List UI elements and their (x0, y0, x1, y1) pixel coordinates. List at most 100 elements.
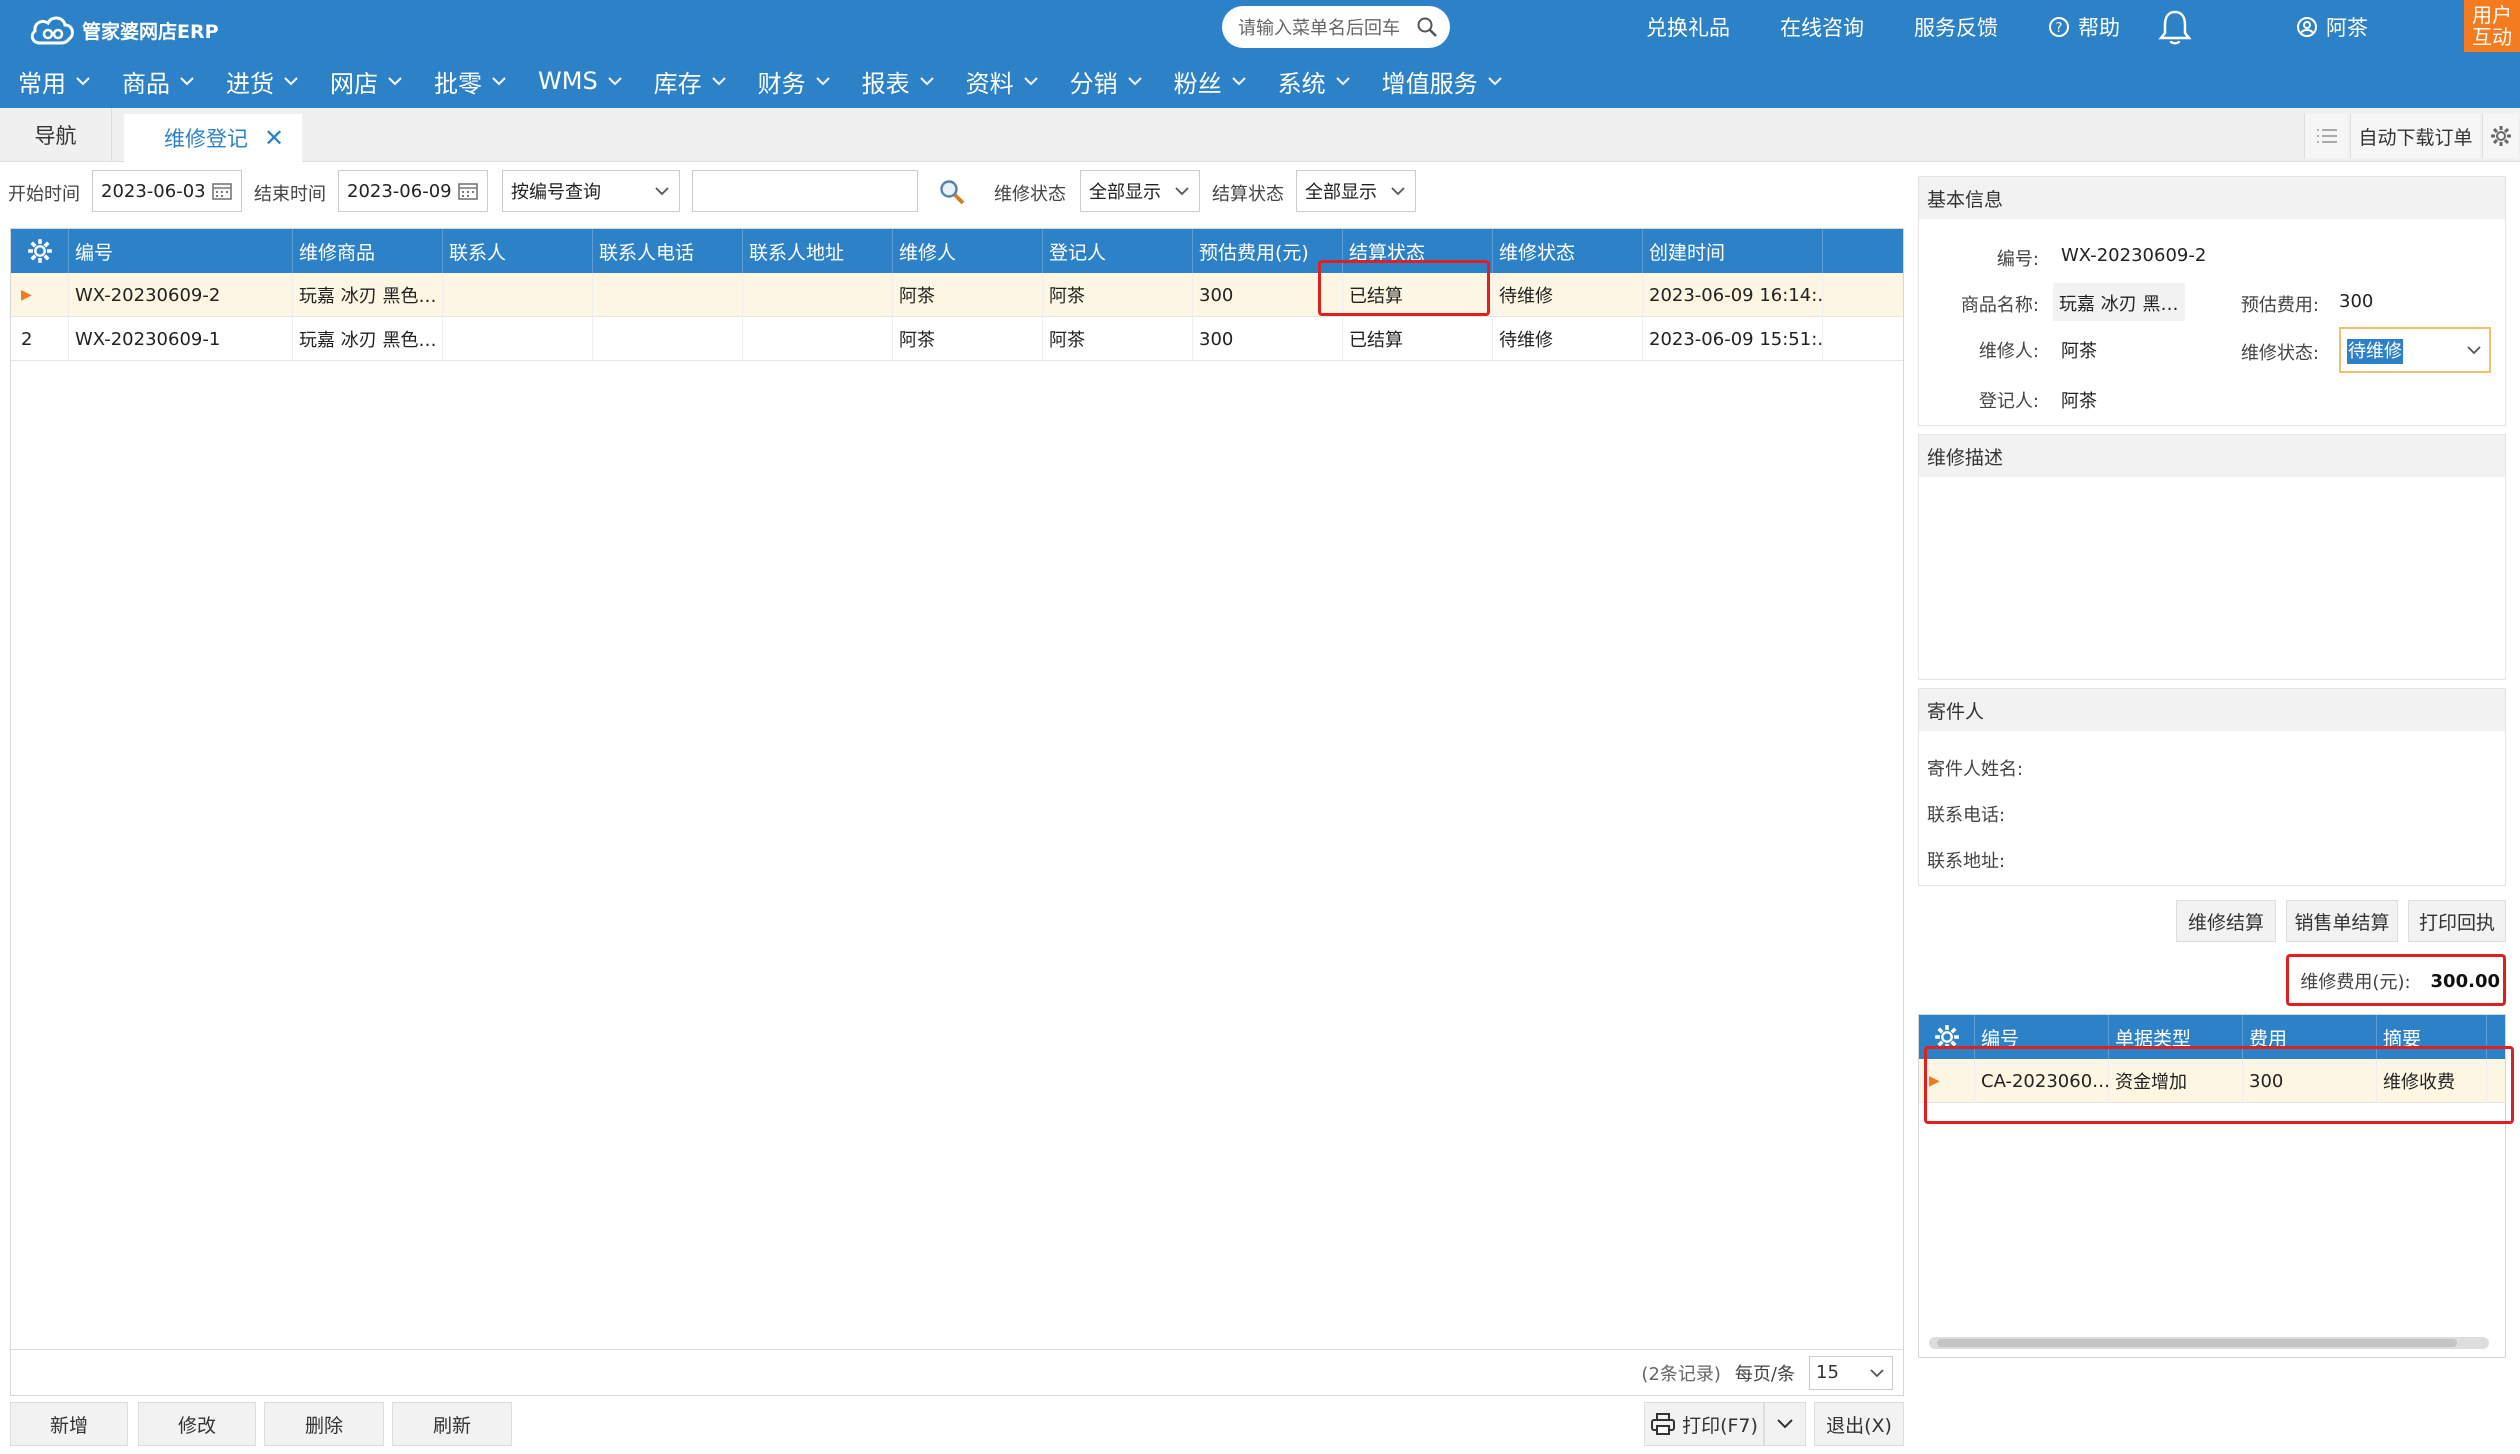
repair-status-dropdown[interactable]: 待维修 (2339, 327, 2491, 373)
repair-cell: 已结算 (1343, 317, 1493, 361)
chevron-down-icon (492, 77, 506, 86)
sender-title: 寄件人 (1919, 689, 2505, 731)
repair-cell: WX-20230609-2 (69, 273, 293, 317)
repair-cell: 阿茶 (1043, 317, 1193, 361)
start-date-input[interactable]: 2023-06-03 (92, 170, 242, 212)
delete-button[interactable]: 删除 (264, 1402, 384, 1446)
repair-column-header[interactable]: 联系人地址 (743, 229, 893, 273)
sales-settle-button[interactable]: 销售单结算 (2286, 900, 2398, 942)
menu-item-11[interactable]: 粉丝 (1174, 64, 1248, 99)
menu-item-label: 财务 (757, 69, 806, 98)
repair-column-settings[interactable] (11, 229, 69, 273)
search-button[interactable] (938, 178, 966, 211)
print-receipt-button[interactable]: 打印回执 (2408, 900, 2506, 942)
gift-link[interactable]: 兑换礼品 (1646, 12, 1730, 42)
print-button[interactable]: 打印(F7) (1644, 1402, 1764, 1446)
exit-button[interactable]: 退出(X) (1814, 1402, 1904, 1446)
repair-status-select[interactable]: 全部显示 (1080, 170, 1200, 212)
settle-status-highlight (1318, 260, 1490, 316)
repair-cell: 2023-06-09 15:51:… (1643, 317, 1823, 361)
settle-status-value: 全部显示 (1305, 182, 1377, 203)
repair-column-header[interactable]: 联系人 (443, 229, 593, 273)
repairer-value: 阿茶 (2061, 341, 2097, 362)
repair-row[interactable]: 2 WX-20230609-1 玩嘉 冰刃 黑色… 阿茶 阿茶 300 已结算 待维修 2023… (11, 317, 1903, 361)
chevron-down-icon (1175, 187, 1189, 196)
print-options-button[interactable] (1764, 1402, 1806, 1446)
query-value-input[interactable] (692, 170, 918, 212)
end-date-input[interactable]: 2023-06-09 (338, 170, 488, 212)
top-header: 管家婆网店ERP 请输入菜单名后回车 兑换礼品 在线咨询 服务反馈 ? 帮助 阿… (0, 0, 2520, 108)
menu-item-2[interactable]: 进货 (226, 64, 300, 99)
tab-navigation[interactable]: 导航 (0, 108, 112, 162)
repair-column-header[interactable]: 维修状态 (1493, 229, 1643, 273)
refresh-button[interactable]: 刷新 (392, 1402, 512, 1446)
menu-item-label: 报表 (861, 69, 910, 98)
menu-item-13[interactable]: 增值服务 (1382, 64, 1504, 99)
user-menu[interactable]: 阿茶 (2296, 12, 2368, 42)
menu-item-8[interactable]: 报表 (862, 64, 936, 99)
consult-link[interactable]: 在线咨询 (1780, 12, 1864, 42)
repair-cell (443, 273, 593, 317)
tab-settings-button[interactable] (2482, 114, 2518, 158)
print-receipt-label: 打印回执 (2418, 911, 2495, 934)
cloud-logo-icon (30, 16, 74, 45)
search-icon[interactable] (1416, 16, 1438, 38)
repair-row[interactable]: ▶ WX-20230609-2 玩嘉 冰刃 黑色… 阿茶 阿茶 300 已结算 待维修 2023… (11, 273, 1903, 317)
repair-column-header[interactable]: 维修人 (893, 229, 1043, 273)
repair-column-header[interactable]: 联系人电话 (593, 229, 743, 273)
repair-cell: 待维修 (1493, 273, 1643, 317)
fund-row-highlight (1924, 1046, 2514, 1124)
menu-item-5[interactable]: WMS (538, 67, 624, 95)
menu-item-9[interactable]: 资料 (966, 64, 1040, 99)
menu-item-label: 系统 (1277, 69, 1326, 98)
menu-item-12[interactable]: 系统 (1278, 64, 1352, 99)
repair-fee-highlight (2286, 954, 2506, 1006)
chevron-down-icon (655, 187, 669, 196)
calendar-icon[interactable] (211, 181, 233, 201)
menu-item-3[interactable]: 网店 (330, 64, 404, 99)
edit-button[interactable]: 修改 (138, 1402, 256, 1446)
app-logo[interactable]: 管家婆网店ERP (28, 10, 219, 50)
delete-button-label: 删除 (304, 1414, 343, 1437)
auto-download-orders-button[interactable]: 自动下载订单 (2350, 114, 2480, 158)
query-type-select[interactable]: 按编号查询 (502, 170, 680, 212)
horizontal-scrollbar[interactable] (1929, 1337, 2489, 1349)
menu-item-6[interactable]: 库存 (654, 64, 728, 99)
notification-button[interactable] (2158, 8, 2192, 46)
menu-item-10[interactable]: 分销 (1070, 64, 1144, 99)
repair-cell: WX-20230609-1 (69, 317, 293, 361)
menu-item-4[interactable]: 批零 (434, 64, 508, 99)
estimated-cost-value: 300 (2339, 291, 2374, 312)
repair-column-header[interactable]: 创建时间 (1643, 229, 1823, 273)
menu-item-label: 商品 (122, 69, 170, 98)
repair-settle-button[interactable]: 维修结算 (2176, 900, 2276, 942)
repair-description-textarea[interactable] (1919, 477, 2505, 679)
repair-cell: 阿茶 (893, 273, 1043, 317)
settle-status-select[interactable]: 全部显示 (1296, 170, 1416, 212)
calendar-icon[interactable] (457, 181, 479, 201)
feedback-link[interactable]: 服务反馈 (1914, 12, 1998, 42)
user-interaction-button[interactable]: 用户 互动 (2464, 0, 2520, 52)
repair-column-header[interactable]: 登记人 (1043, 229, 1193, 273)
repair-column-header[interactable]: 维修商品 (293, 229, 443, 273)
corner-line-2: 互动 (2472, 25, 2512, 49)
help-link[interactable]: ? 帮助 (2048, 12, 2120, 42)
menu-search-input[interactable]: 请输入菜单名后回车 (1222, 6, 1450, 48)
repair-cell (743, 273, 893, 317)
menu-item-0[interactable]: 常用 (18, 64, 92, 99)
repair-cell: 2023-06-09 16:14:… (1643, 273, 1823, 317)
menu-item-7[interactable]: 财务 (758, 64, 832, 99)
menu-item-1[interactable]: 商品 (122, 64, 196, 99)
tab-repair-register[interactable]: 维修登记 ✕ (124, 114, 302, 162)
gear-icon (2490, 126, 2511, 146)
repair-status-field-label: 维修状态: (2240, 343, 2319, 364)
per-page-select[interactable]: 15 (1809, 1355, 1893, 1390)
add-button[interactable]: 新增 (10, 1402, 128, 1446)
scrollbar-thumb[interactable] (1937, 1339, 2457, 1347)
list-view-button[interactable] (2304, 114, 2348, 158)
repair-cell (743, 317, 893, 361)
repair-column-header[interactable]: 编号 (69, 229, 293, 273)
product-name-label: 商品名称: (1960, 295, 2039, 316)
close-icon[interactable]: ✕ (264, 124, 284, 152)
start-time-label: 开始时间 (8, 184, 80, 205)
